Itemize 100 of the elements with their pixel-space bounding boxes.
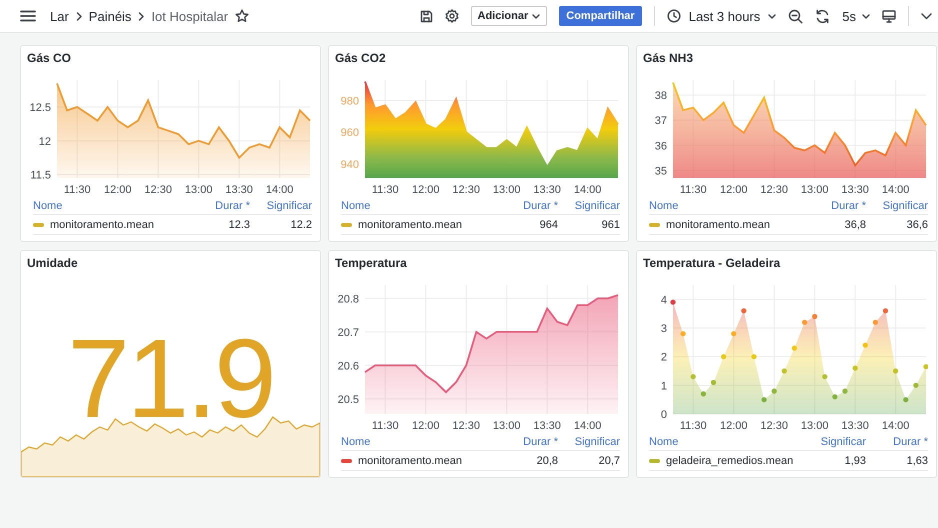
axis-label: 12: [38, 136, 51, 148]
legend-header[interactable]: Nome: [649, 436, 804, 448]
refresh-icon: [815, 8, 830, 24]
axis-label: 11:30: [64, 184, 91, 196]
axis-label: 14:00: [574, 420, 602, 432]
axis-label: 12:30: [760, 420, 788, 432]
axis-label: 940: [340, 158, 359, 171]
legend-header[interactable]: Nome: [649, 200, 804, 212]
stat-value: 71.9: [66, 323, 274, 435]
axis-label: 13:00: [800, 420, 828, 432]
axis-label: 960: [340, 127, 359, 140]
data-point: [882, 308, 888, 314]
legend-value: 20,8: [536, 454, 558, 466]
legend-value: 961: [600, 218, 620, 230]
data-point: [852, 366, 858, 371]
zoom-out-icon[interactable]: [788, 8, 804, 24]
legend-header[interactable]: Durar *: [866, 436, 928, 448]
breadcrumb-link[interactable]: Painéis: [88, 8, 132, 24]
data-point: [903, 397, 908, 402]
axis-label: 38: [654, 90, 667, 102]
axis-label: 12:30: [452, 420, 480, 432]
data-point: [721, 354, 726, 360]
menu-icon[interactable]: [20, 10, 36, 22]
axis-label: 13:00: [492, 184, 520, 196]
data-point: [872, 320, 878, 325]
data-point: [832, 394, 838, 400]
legend-header[interactable]: Significar: [866, 200, 928, 212]
axis-label: 13:00: [800, 184, 828, 196]
time-range-picker[interactable]: Last 3 hours: [666, 8, 776, 24]
panel-title: Umidade: [26, 255, 79, 272]
axis-label: 13:30: [533, 184, 561, 196]
series-name[interactable]: monitoramento.mean: [50, 218, 154, 230]
axis-label: 11:30: [372, 420, 399, 432]
legend-header[interactable]: Durar *: [496, 200, 558, 212]
data-point: [782, 368, 787, 374]
breadcrumb-link[interactable]: Iot Hospitalar: [151, 8, 228, 24]
data-point: [762, 397, 767, 402]
axis-label: 12:00: [720, 420, 748, 432]
panel-title: Temperatura: [334, 255, 408, 272]
legend-header[interactable]: Significar: [250, 200, 312, 212]
axis-label: 13:30: [225, 184, 253, 196]
data-point: [741, 308, 746, 314]
legend-header[interactable]: Durar *: [188, 200, 250, 212]
monitor-icon[interactable]: [882, 10, 896, 22]
axis-label: 1: [660, 380, 667, 392]
series-name[interactable]: monitoramento.mean: [358, 218, 462, 230]
series-name[interactable]: monitoramento.mean: [358, 454, 462, 466]
series-name[interactable]: geladeira_remedios.mean: [666, 454, 794, 466]
refresh-picker[interactable]: 5s: [815, 8, 870, 24]
star-icon[interactable]: [235, 9, 250, 23]
legend-header[interactable]: Nome: [341, 436, 496, 448]
caret-down-icon: [768, 14, 776, 18]
legend-header[interactable]: Nome: [33, 200, 188, 212]
breadcrumb-link[interactable]: Lar: [50, 8, 69, 24]
series-name[interactable]: monitoramento.mean: [666, 218, 770, 230]
legend-header[interactable]: Durar *: [804, 200, 866, 212]
share-button[interactable]: Compartilhar: [559, 6, 642, 26]
axis-label: 11:30: [680, 420, 707, 432]
axis-label: 12.5: [30, 102, 51, 114]
legend-header[interactable]: Durar *: [496, 436, 558, 448]
axis-label: 11:30: [372, 184, 399, 196]
data-point: [680, 331, 686, 336]
axis-label: 3: [660, 323, 667, 335]
axis-label: 0: [660, 409, 667, 421]
legend-header[interactable]: Nome: [341, 200, 496, 212]
data-point: [700, 391, 706, 396]
axis-label: 12:00: [412, 184, 440, 196]
axis-label: 11.5: [30, 170, 51, 182]
axis-label: 35: [654, 165, 667, 178]
axis-label: 12:00: [104, 184, 132, 196]
axis-label: 36: [654, 140, 667, 152]
legend-value: 1,93: [844, 454, 866, 466]
axis-label: 12:00: [412, 420, 440, 432]
legend-header[interactable]: Significar: [558, 200, 620, 212]
legend-value: 1,63: [906, 454, 928, 466]
legend-value: 36,8: [844, 218, 866, 230]
legend-value: 36,6: [906, 218, 928, 230]
axis-label: 13:30: [841, 184, 869, 196]
data-point: [772, 388, 777, 394]
caret-down-icon: [532, 14, 540, 18]
axis-label: 14:00: [882, 420, 910, 432]
add-button[interactable]: Adicionar: [470, 6, 548, 26]
data-point: [792, 346, 797, 351]
chevron-right-icon: [76, 12, 82, 20]
axis-label: 11:30: [680, 184, 707, 196]
data-point: [893, 368, 898, 374]
settings-icon[interactable]: [444, 9, 459, 23]
data-point: [731, 331, 736, 336]
data-point: [710, 380, 716, 386]
legend-header[interactable]: Significar: [558, 436, 620, 448]
panel-title: Gás NH3: [642, 50, 694, 67]
chevron-down-icon[interactable]: [921, 12, 932, 20]
axis-label: 20.6: [338, 360, 359, 372]
save-icon[interactable]: [420, 10, 433, 22]
legend-header[interactable]: Significar: [804, 436, 866, 448]
axis-label: 12:00: [720, 184, 748, 196]
axis-label: 12:30: [452, 184, 480, 196]
caret-down-icon: [862, 14, 870, 18]
axis-label: 13:00: [492, 420, 520, 432]
data-point: [802, 320, 808, 325]
